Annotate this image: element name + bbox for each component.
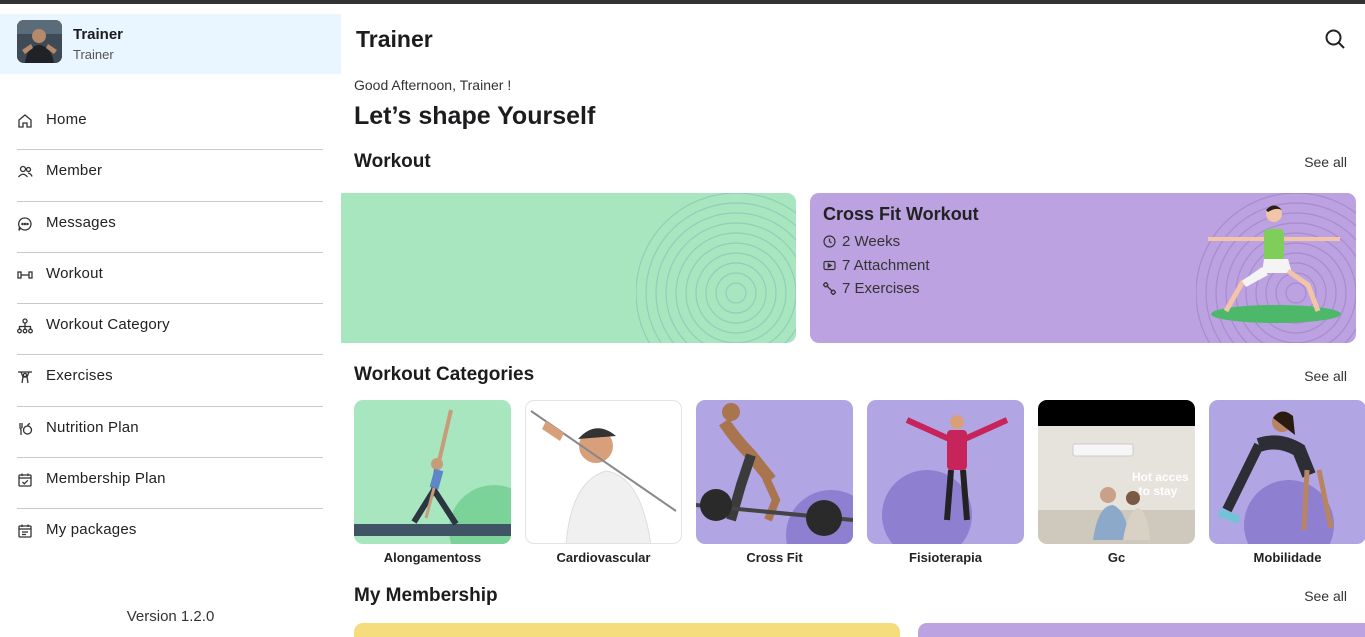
- category-card[interactable]: Cardiovascular: [525, 400, 682, 565]
- membership-card[interactable]: [918, 623, 1365, 637]
- categories-section-title: Workout Categories: [354, 364, 535, 385]
- users-icon: [17, 166, 33, 178]
- chat-icon: [18, 216, 32, 231]
- menu-item-my-packages[interactable]: My packages: [17, 509, 323, 560]
- category-image: Hot acces to stay: [1038, 400, 1195, 544]
- profile-name: Trainer: [73, 26, 124, 43]
- workout-card[interactable]: ment es: [341, 193, 796, 343]
- category-list: Alongamentoss Cardiovascular Cross Fit F…: [354, 400, 1365, 565]
- workout-card-cross-fit[interactable]: Cross Fit Workout 2 Weeks 7 Attachment 7…: [810, 193, 1356, 343]
- decorative-rings: [636, 193, 796, 343]
- categories-see-all-link[interactable]: See all: [1304, 368, 1347, 384]
- workout-exercises: 7 Exercises: [842, 280, 920, 297]
- menu-item-label: My packages: [46, 521, 137, 539]
- navigation-drawer: Trainer Trainer Home Member Messages Wor…: [0, 4, 341, 637]
- menu-item-messages[interactable]: Messages: [17, 202, 323, 253]
- category-card[interactable]: Hot acces to stay Gc: [1038, 400, 1195, 565]
- dumbbell-icon: [823, 282, 836, 295]
- menu-item-label: Member: [46, 162, 103, 180]
- menu-item-label: Nutrition Plan: [46, 418, 139, 436]
- category-card[interactable]: Cross Fit: [696, 400, 853, 565]
- app-version: Version 1.2.0: [126, 608, 215, 625]
- membership-see-all-link[interactable]: See all: [1304, 588, 1347, 604]
- workout-see-all-link[interactable]: See all: [1304, 154, 1347, 170]
- workout-attachment: 7 Attachment: [842, 257, 930, 274]
- menu-item-exercises[interactable]: Exercises: [17, 355, 323, 407]
- category-name: Cross Fit: [746, 550, 803, 565]
- category-image: [867, 400, 1024, 544]
- category-name: Cardiovascular: [556, 550, 651, 565]
- workout-title: Cross Fit Workout: [823, 204, 979, 224]
- menu-item-label: Messages: [46, 213, 116, 231]
- category-name: Alongamentoss: [383, 550, 482, 565]
- category-card[interactable]: Mobilidade: [1209, 400, 1365, 565]
- category-card[interactable]: Fisioterapia: [867, 400, 1024, 565]
- menu-item-workout-category[interactable]: Workout Category: [17, 304, 323, 356]
- workout-section-title: Workout: [354, 151, 431, 172]
- category-name: Mobilidade: [1253, 550, 1322, 565]
- menu-item-label: Home: [46, 111, 87, 128]
- avatar: [17, 20, 62, 63]
- menu-item-home[interactable]: Home: [17, 99, 323, 151]
- menu-item-member[interactable]: Member: [17, 150, 323, 202]
- window-top-bar: [0, 0, 1365, 4]
- drawer-menu: Home Member Messages Workout Workout Cat…: [17, 99, 323, 561]
- menu-item-nutrition-plan[interactable]: Nutrition Plan: [17, 407, 323, 459]
- menu-item-label: Membership Plan: [46, 470, 166, 488]
- calendar-check-icon: [18, 473, 32, 487]
- category-overlay-text: Hot acces to stay: [1132, 470, 1189, 498]
- category-image: [696, 400, 853, 544]
- workout-duration: 2 Weeks: [842, 233, 901, 250]
- category-name: Fisioterapia: [909, 550, 982, 565]
- search-icon[interactable]: [1324, 28, 1346, 50]
- video-icon: [823, 260, 836, 271]
- dumbbell-icon: [17, 271, 33, 279]
- category-card[interactable]: Alongamentoss: [354, 400, 511, 565]
- menu-item-label: Exercises: [46, 367, 113, 385]
- home-icon: [18, 114, 32, 128]
- package-icon: [18, 524, 32, 539]
- menu-item-label: Workout Category: [46, 316, 170, 334]
- menu-item-membership-plan[interactable]: Membership Plan: [17, 458, 323, 510]
- yoga-warrior-illustration: [1208, 205, 1341, 323]
- hierarchy-icon: [17, 318, 33, 334]
- category-image: [354, 400, 511, 544]
- profile-role: Trainer: [73, 47, 114, 62]
- menu-item-workout[interactable]: Workout: [17, 253, 323, 305]
- workout-duration-row: 2 Weeks: [823, 233, 900, 250]
- membership-card[interactable]: [354, 623, 900, 637]
- workout-exercises-row: 7 Exercises: [823, 280, 920, 297]
- page-title: Trainer: [356, 26, 433, 52]
- category-image: [525, 400, 682, 544]
- headline: Let’s shape Yourself: [354, 102, 596, 130]
- workout-attachment-row: 7 Attachment: [823, 257, 930, 274]
- membership-section-title: My Membership: [354, 585, 498, 606]
- menu-item-label: Workout: [46, 264, 103, 282]
- greeting-text: Good Afternoon, Trainer !: [354, 77, 512, 93]
- category-image: [1209, 400, 1365, 544]
- main-content: Trainer Good Afternoon, Trainer ! Let’s …: [341, 4, 1365, 637]
- profile-header[interactable]: Trainer Trainer: [0, 14, 341, 74]
- nutrition-icon: [19, 422, 33, 435]
- exercise-icon: [18, 371, 32, 384]
- clock-icon: [823, 235, 836, 248]
- category-name: Gc: [1107, 550, 1126, 565]
